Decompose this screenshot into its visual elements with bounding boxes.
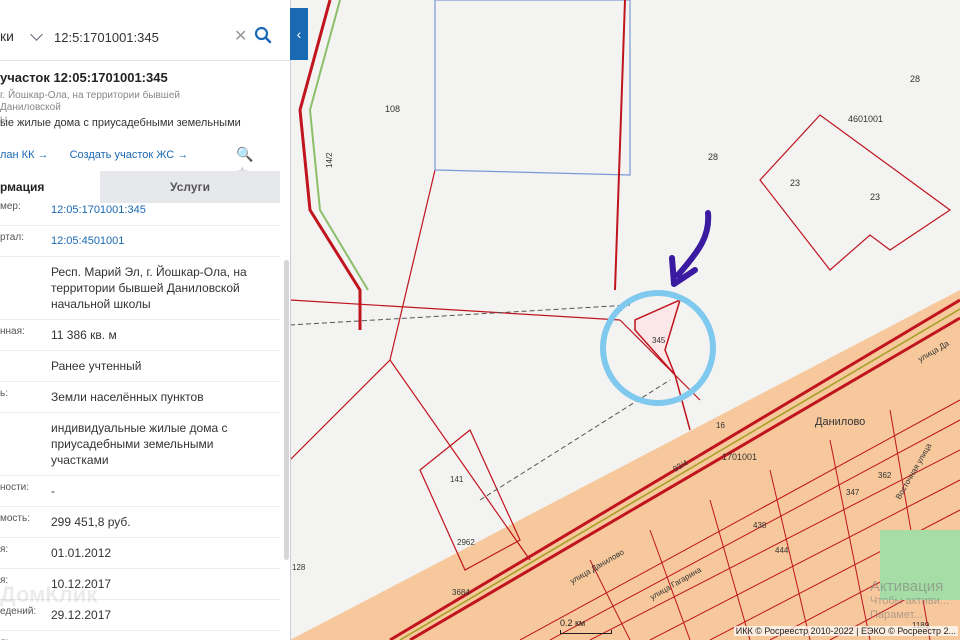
attribute-value: 01.01.2012	[51, 546, 112, 560]
attribute-value: -	[51, 484, 55, 498]
collapse-panel-button[interactable]: ‹	[290, 8, 308, 60]
scale-label: 0.2 км	[560, 618, 586, 628]
search-bar: ки ✕	[0, 8, 290, 61]
attribute-row: Респ. Марий Эл, г. Йошкар-Ола, на террит…	[0, 257, 280, 320]
attribute-label: я:	[0, 544, 9, 555]
attribute-row: мость: 299 451,8 руб.	[0, 507, 280, 538]
watermark-line2: Чтобы активи...	[870, 595, 950, 607]
create-parcel-link[interactable]: Создать участок ЖС →	[70, 149, 189, 161]
map-label: 345	[652, 336, 666, 345]
north-line	[614, 0, 626, 291]
attribute-value[interactable]: 12:05:1701001:345	[51, 195, 271, 225]
cadastral-map[interactable]: 108 28 28 4601001 23 23 345 16 14/2 83/4…	[290, 0, 960, 640]
attribute-row: ь: Земли населённых пунктов	[0, 382, 280, 413]
parcel-title: участок 12:05:1701001:345	[0, 70, 168, 85]
map-label: 4601001	[848, 114, 883, 124]
map-label: 362	[878, 471, 892, 480]
copyright: ИКК © Росреестр 2010-2022 | ЕЭКО © Росре…	[733, 626, 958, 636]
info-panel: ки ✕ участок 12:05:1701001:345 г. Йошкар…	[0, 0, 291, 640]
map-canvas[interactable]: 108 28 28 4601001 23 23 345 16 14/2 83/4…	[290, 0, 960, 640]
search-icon[interactable]	[254, 26, 272, 44]
attribute-label: мость:	[0, 513, 31, 524]
attribute-value: индивидуальные жилые дома с приусадебным…	[51, 421, 228, 467]
map-label: 28	[910, 74, 920, 84]
attribute-row: ртал: 12:05:4501001	[0, 226, 280, 257]
map-label: 3684	[452, 588, 470, 597]
map-label: 128	[292, 563, 306, 572]
attribute-value: 29.12.2017	[51, 631, 271, 640]
attribute-row: ности: -	[0, 476, 280, 507]
attribute-row: я:29.12.2017	[0, 631, 280, 640]
map-label: 444	[775, 546, 789, 555]
map-label: 23	[790, 178, 800, 188]
action-links: лан КК → Создать участок ЖС →	[0, 149, 206, 161]
attribute-value: 11 386 кв. м	[51, 328, 117, 342]
watermark-text: ДомКлик	[0, 582, 98, 607]
attribute-label: ности:	[0, 482, 30, 493]
search-input[interactable]	[52, 24, 226, 50]
address-line: г. Йошкар-Ола, на территории бывшей Дани…	[0, 90, 180, 113]
watermark-line3: Парамет...	[870, 609, 923, 621]
attribute-value: Земли населённых пунктов	[51, 390, 204, 404]
attribute-value: 299 451,8 руб.	[51, 515, 131, 529]
search-type-select[interactable]: ки	[0, 28, 14, 44]
chevron-down-icon[interactable]	[30, 28, 43, 41]
scale-bar	[560, 630, 612, 634]
attribute-row: нная: 11 386 кв. м	[0, 320, 280, 351]
parcel-purpose: ые жилые дома с приусадебными земельными	[0, 117, 241, 129]
attribute-value: Ранее учтенный	[51, 359, 142, 373]
map-label: 108	[385, 104, 400, 114]
map-label: 1701001	[722, 452, 757, 462]
attribute-value[interactable]: 12:05:4501001	[51, 226, 271, 256]
attribute-value: Респ. Марий Эл, г. Йошкар-Ола, на террит…	[51, 265, 247, 311]
map-label: 23	[870, 192, 880, 202]
map-label: 141	[450, 475, 464, 484]
map-label: 16	[716, 421, 725, 430]
attribute-row: Ранее учтенный	[0, 351, 280, 382]
map-label: 438	[753, 521, 767, 530]
attribute-row: я: 01.01.2012	[0, 538, 280, 569]
zoom-document-icon[interactable]: 🔍	[236, 146, 253, 163]
map-label: Данилово	[815, 416, 865, 428]
blue-boundary	[434, 0, 631, 176]
attribute-label: нная:	[0, 326, 25, 337]
attribute-label: ртал:	[0, 232, 24, 243]
watermark-line1: Активация	[870, 578, 944, 595]
map-label: 2962	[457, 538, 475, 547]
map-label: 347	[846, 488, 860, 497]
close-icon[interactable]: ✕	[234, 26, 247, 46]
dashed-line-1	[290, 304, 631, 326]
attribute-label: ь:	[0, 388, 8, 399]
plan-kk-link[interactable]: лан КК →	[0, 149, 49, 161]
map-label: 14/2	[325, 152, 334, 168]
attribute-list: мер: 12:05:1701001:345 ртал: 12:05:4501001 Р…	[0, 195, 280, 640]
map-label: 28	[708, 152, 718, 162]
activation-watermark: Активация Чтобы активи... Парамет...	[870, 578, 950, 622]
attribute-row: мер: 12:05:1701001:345	[0, 195, 280, 226]
arrow-shaft	[675, 210, 712, 278]
attribute-row: индивидуальные жилые дома с приусадебным…	[0, 413, 280, 476]
scrollbar[interactable]	[284, 260, 289, 560]
attribute-label: мер:	[0, 201, 21, 212]
